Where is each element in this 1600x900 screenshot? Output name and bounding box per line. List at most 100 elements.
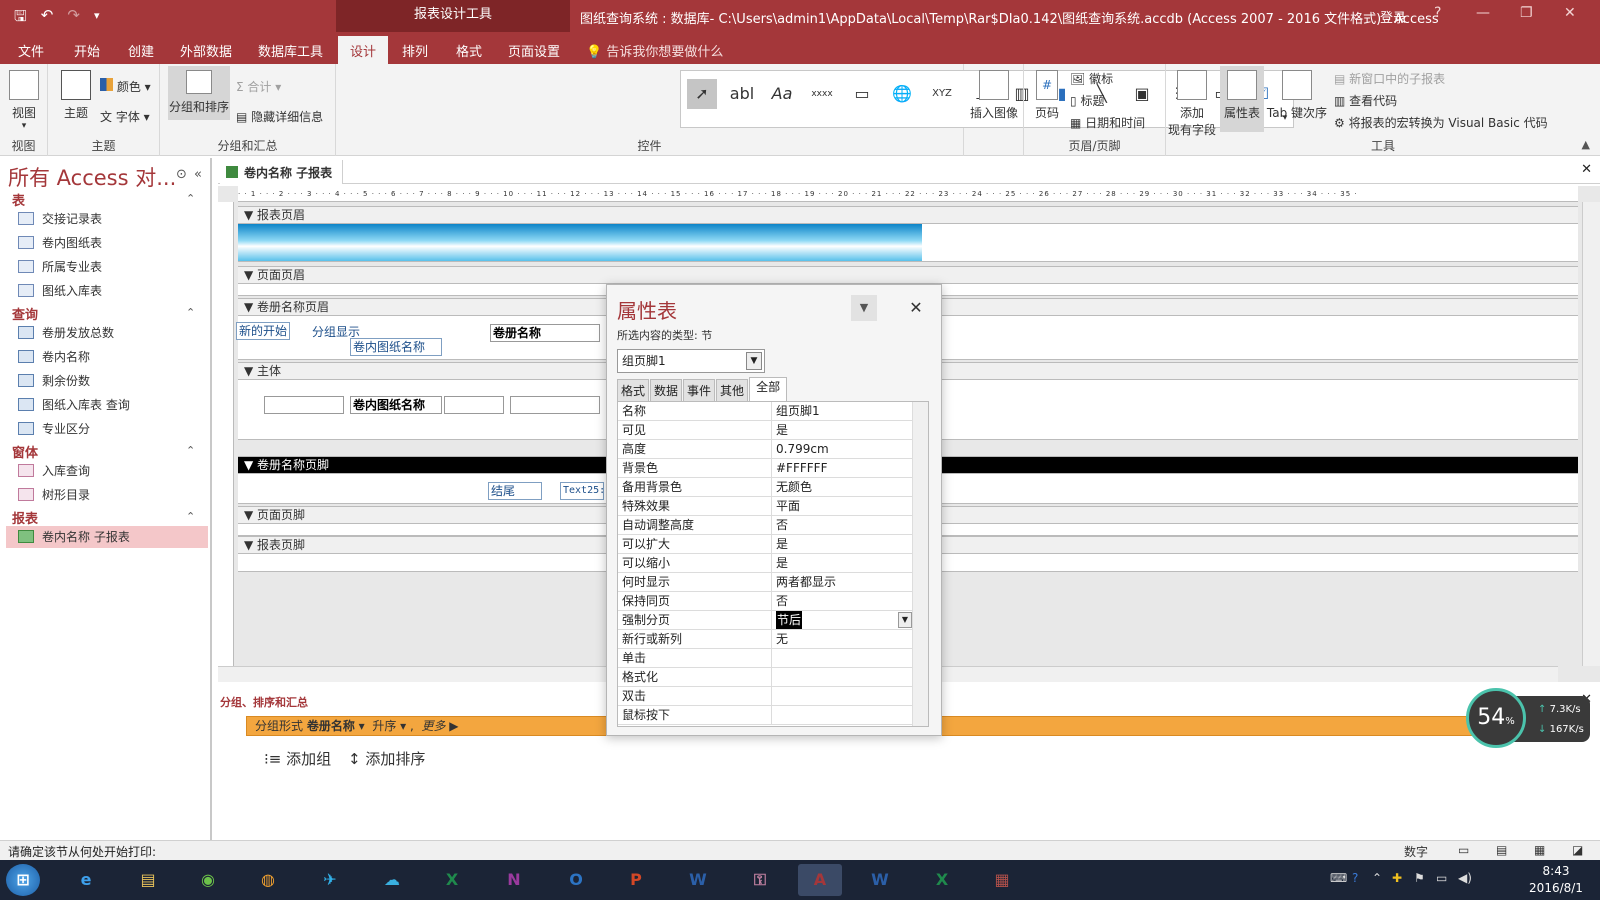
outlook-icon[interactable]: O (554, 864, 598, 896)
property-row[interactable]: 名称 组页脚1 (618, 402, 912, 421)
view-button[interactable]: 视图 ▾ (8, 70, 40, 131)
nav-item-table[interactable]: 卷内图纸表 (6, 232, 208, 254)
tab-arrange[interactable]: 排列 (402, 41, 428, 60)
tab-create[interactable]: 创建 (128, 41, 154, 60)
drawing-name-detail-field[interactable]: 卷内图纸名称 (350, 396, 442, 414)
property-row[interactable]: 可以缩小是 (618, 554, 912, 573)
text25-field[interactable]: Text25: (560, 482, 604, 500)
property-value[interactable]: 否 (776, 516, 912, 534)
add-group-button[interactable]: ⁝≡ 添加组 (264, 748, 331, 769)
network-icon[interactable]: ▭ (1436, 871, 1447, 885)
nav-section-reports[interactable]: 报表 (12, 508, 38, 527)
powerpoint-icon[interactable]: P (614, 864, 658, 896)
nav-item-table[interactable]: 图纸入库表 (6, 280, 208, 302)
property-row[interactable]: 备用背景色 无颜色 (618, 478, 912, 497)
property-row[interactable]: 单击 (618, 649, 912, 668)
explorer-icon[interactable]: ▤ (126, 864, 170, 896)
nav-item-report[interactable]: 卷内名称 子报表 (6, 526, 208, 548)
nav-item-table[interactable]: 交接记录表 (6, 208, 208, 230)
detail-field[interactable] (444, 396, 504, 414)
system-clock[interactable]: 8:43 2016/8/1 (1518, 863, 1594, 897)
property-row[interactable]: 自动调整高度否 (618, 516, 912, 535)
nav-header[interactable]: 所有 Access 对... (8, 162, 176, 192)
tab-event-props[interactable]: 事件 (683, 379, 716, 401)
security-tray-icon[interactable]: ✚ (1392, 871, 1402, 885)
textbox-icon[interactable]: abl (727, 79, 757, 109)
totals-button[interactable]: Σ 合计 ▾ (236, 78, 281, 95)
report-view-icon[interactable]: ▭ (1458, 843, 1469, 857)
nav-section-forms[interactable]: 窗体 (12, 442, 38, 461)
print-preview-icon[interactable]: ▤ (1496, 843, 1507, 857)
more-options-link[interactable]: 更多 ▶ (421, 719, 458, 733)
cloud-app-icon[interactable]: ☁ (370, 864, 414, 896)
header-banner-image[interactable] (238, 224, 922, 261)
logo-button[interactable]: 🖼 徽标 (1070, 70, 1113, 87)
nav-item-form[interactable]: 入库查询 (6, 460, 208, 482)
property-value[interactable]: 组页脚1 (776, 402, 912, 420)
winrar-icon[interactable]: ▦ (980, 864, 1024, 896)
collapse-ribbon-icon[interactable]: ▲ (1582, 138, 1590, 151)
tab-external-data[interactable]: 外部数据 (180, 41, 232, 60)
property-value[interactable]: 无颜色 (776, 478, 912, 496)
ie-icon[interactable]: e (64, 864, 108, 896)
tab-file[interactable]: 文件 (18, 41, 44, 60)
nav-section-queries[interactable]: 查询 (12, 304, 38, 323)
theme-button[interactable]: 主题 (60, 70, 92, 121)
excel-icon[interactable]: X (430, 864, 474, 896)
detail-field[interactable] (510, 396, 600, 414)
property-row[interactable]: 背景色 #FFFFFF (618, 459, 912, 478)
property-row[interactable]: 鼠标按下 (618, 706, 912, 725)
help-button[interactable]: ? (1434, 5, 1441, 21)
chevron-up-icon[interactable]: ⌃ (186, 192, 195, 205)
tell-me-box[interactable]: 💡 告诉我你想要做什么 (586, 41, 723, 60)
excel-doc-icon[interactable]: X (920, 864, 964, 896)
tab-control-icon[interactable]: ▭ (847, 79, 877, 109)
app-green-icon[interactable]: ◉ (186, 864, 230, 896)
start-button[interactable]: ⊞ (6, 864, 40, 896)
property-value[interactable]: 两者都显示 (776, 573, 912, 591)
end-label[interactable]: 结尾 (488, 482, 542, 500)
property-value[interactable]: 是 (776, 421, 912, 439)
network-monitor-widget[interactable]: ↑ 7.3K/s ↓ 167K/s 54% (1466, 688, 1600, 750)
tab-database-tools[interactable]: 数据库工具 (258, 41, 323, 60)
property-row-selected[interactable]: 强制分页 节后 ▼ (618, 611, 912, 630)
sort-order-dropdown[interactable]: 升序 (372, 719, 396, 733)
chrome-icon[interactable]: ◍ (246, 864, 290, 896)
nav-item-table[interactable]: 所属专业表 (6, 256, 208, 278)
app-blue-icon[interactable]: ✈ (308, 864, 352, 896)
property-value[interactable]: 节后 (776, 611, 803, 629)
property-row[interactable]: 何时显示 两者都显示 (618, 573, 912, 592)
volume-icon[interactable]: ◀) (1458, 871, 1472, 885)
property-row[interactable]: 双击 (618, 687, 912, 706)
chevron-up-icon[interactable]: ⌃ (186, 306, 195, 319)
help-tray-icon[interactable]: ? (1352, 871, 1358, 885)
tab-format[interactable]: 格式 (456, 41, 482, 60)
tab-format-props[interactable]: 格式 (617, 379, 650, 401)
property-sheet-button[interactable]: 属性表 (1220, 66, 1264, 132)
document-tab[interactable]: 卷内名称 子报表 (220, 160, 344, 184)
insert-image-button[interactable]: 插入图像 (968, 70, 1020, 121)
add-sort-button[interactable]: ↕ 添加排序 (348, 748, 425, 769)
onenote-icon[interactable]: N (492, 864, 536, 896)
colors-button[interactable]: 颜色 ▾ (100, 78, 151, 95)
property-value[interactable]: 是 (776, 535, 912, 553)
nav-item-query[interactable]: 剩余份数 (6, 370, 208, 392)
property-value[interactable]: 是 (776, 554, 912, 572)
label-icon[interactable]: Aa (767, 79, 797, 109)
property-sheet-menu-icon[interactable]: ▼ (851, 295, 877, 321)
restore-button[interactable]: ❐ (1520, 5, 1533, 21)
chevron-up-icon[interactable]: ⌃ (186, 510, 195, 523)
nav-item-query[interactable]: 图纸入库表 查询 (6, 394, 208, 416)
nav-menu-icon[interactable]: ⊙ (176, 167, 187, 182)
chevron-down-icon[interactable]: ▼ (898, 612, 912, 628)
property-grid-scrollbar[interactable] (912, 402, 928, 726)
redo-icon[interactable]: ↷ (67, 6, 80, 31)
option-group-icon[interactable]: XYZ (927, 79, 957, 109)
minimize-button[interactable]: — (1476, 5, 1490, 21)
section-bar-report-header[interactable]: ▼ 报表页眉 (238, 206, 1578, 224)
volume-name-field[interactable]: 卷册名称 (490, 324, 600, 342)
chevron-down-icon[interactable]: ▼ (746, 352, 762, 370)
tab-order-button[interactable]: Tab 键次序 (1266, 70, 1328, 121)
customize-qat-icon[interactable]: ▾ (94, 6, 100, 31)
tab-other-props[interactable]: 其他 (716, 379, 749, 401)
